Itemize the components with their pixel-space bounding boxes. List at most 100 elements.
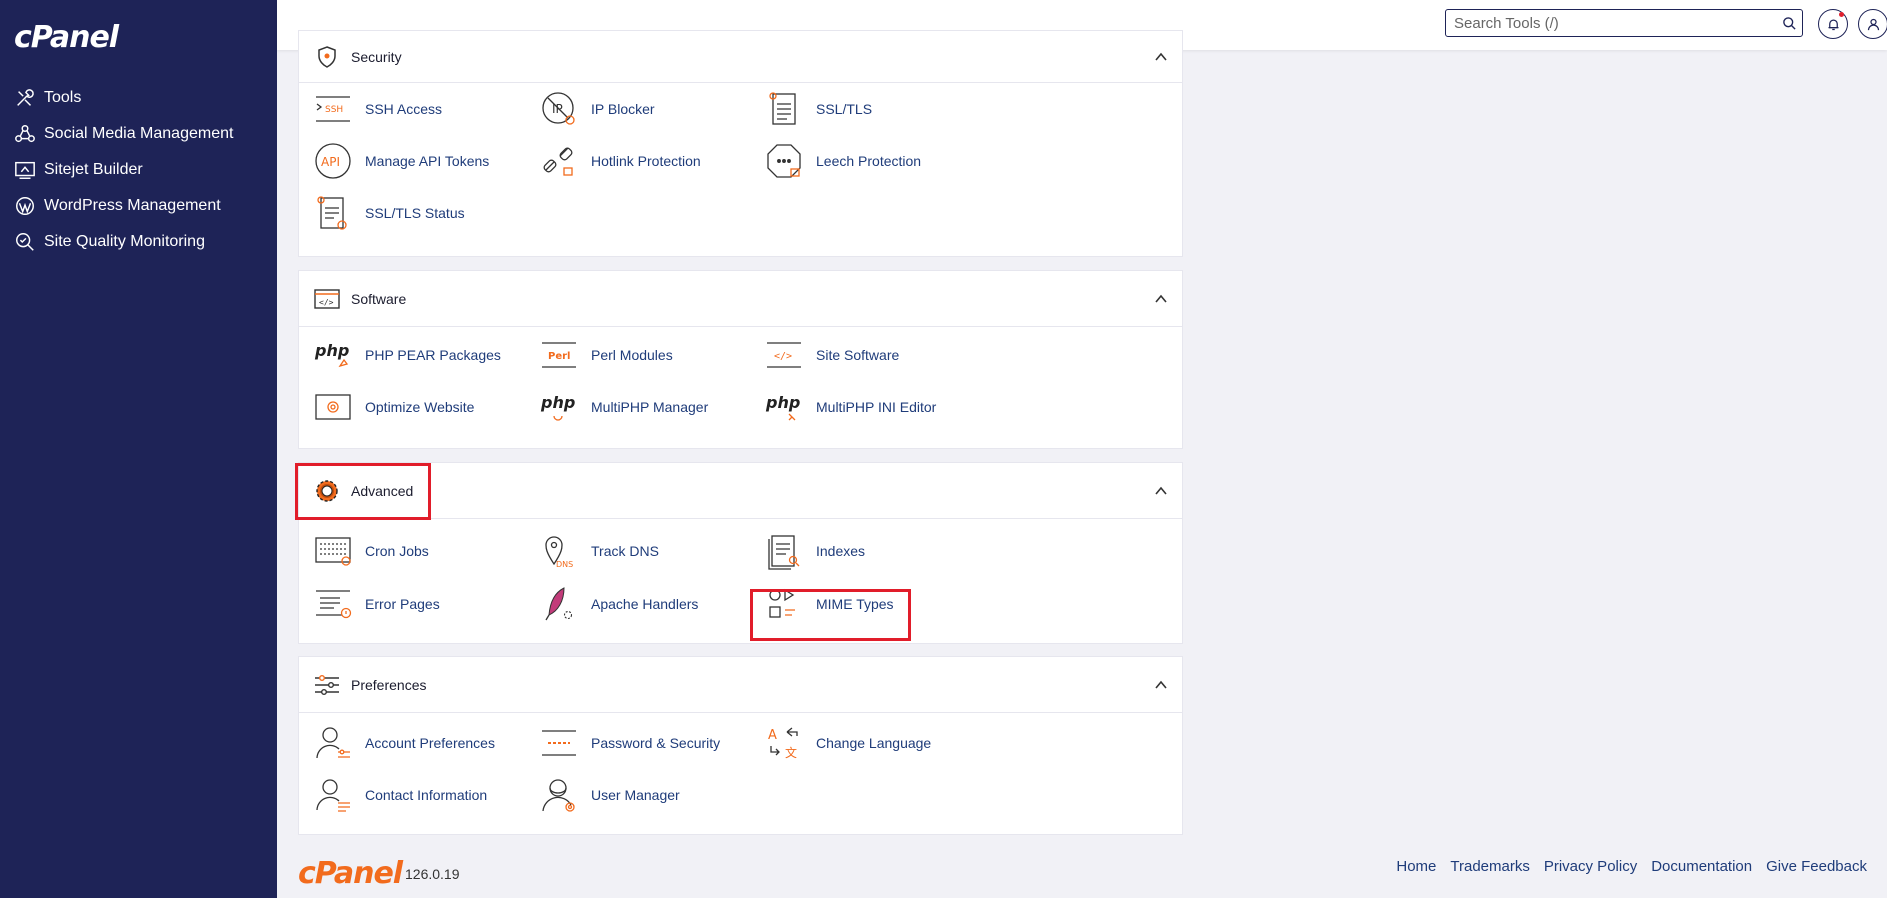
password-icon [539,723,579,763]
user-settings-icon [313,723,353,763]
chevron-up-icon[interactable] [1154,50,1168,64]
sidebar-item-site-quality[interactable]: Site Quality Monitoring [0,224,277,260]
sidebar-item-label: Sitejet Builder [44,161,143,178]
search-icon[interactable] [1776,16,1802,31]
tool-track-dns[interactable]: DNS Track DNS [539,531,659,571]
svg-text:php: php [765,393,800,412]
chevron-up-icon[interactable] [1154,678,1168,692]
sidebar-nav: Tools Social Media Management Sitejet Bu… [0,80,277,260]
tool-ssl-tls-status[interactable]: SSL/TLS Status [313,193,465,233]
version-label: 126.0.19 [405,866,460,882]
feather-icon [539,584,579,624]
indexes-icon [764,531,804,571]
ssl-tls-icon [764,89,804,129]
site-software-icon: </> [764,335,804,375]
svg-text:Perl: Perl [548,351,570,362]
section-header-preferences[interactable]: Preferences [299,657,1182,713]
tool-site-software[interactable]: </> Site Software [764,335,899,375]
footer-link-trademarks[interactable]: Trademarks [1450,858,1529,875]
tool-cron-jobs[interactable]: Cron Jobs [313,531,429,571]
error-pages-icon [313,584,353,624]
sidebar-item-label: WordPress Management [44,197,221,214]
svg-text:DNS: DNS [556,560,573,569]
section-advanced: Advanced Cron Jobs DNS Track DNS Indexes… [298,462,1183,644]
footer-link-home[interactable]: Home [1396,858,1436,875]
tool-ssh-access[interactable]: SSH SSH Access [313,89,442,129]
calendar-icon [313,531,353,571]
sidebar-item-label: Social Media Management [44,125,234,142]
sidebar-item-wordpress[interactable]: WordPress Management [0,188,277,224]
tool-account-preferences[interactable]: Account Preferences [313,723,495,763]
api-icon: API [313,141,353,181]
mime-types-icon [764,584,804,624]
contact-icon [313,775,353,815]
tool-ip-blocker[interactable]: IP IP Blocker [539,89,655,129]
hotlink-icon [539,141,579,181]
multiphp-manager-icon: php [539,387,579,427]
sidebar-item-label: Tools [44,89,82,106]
tool-manage-api-tokens[interactable]: API Manage API Tokens [313,141,489,181]
svg-text:API: API [321,155,340,169]
security-section-icon [313,43,341,71]
tool-ssl-tls[interactable]: SSL/TLS [764,89,872,129]
gear-icon [313,477,341,505]
cpanel-logo[interactable]: cPanel [14,20,119,55]
tool-leech-protection[interactable]: Leech Protection [764,141,921,181]
sidebar: cPanel Tools Social Media Management Sit… [0,0,277,898]
tool-php-pear-packages[interactable]: php PHP PEAR Packages [313,335,501,375]
section-title: Software [351,290,407,307]
tool-mime-types[interactable]: MIME Types [764,584,894,624]
notification-dot [1839,12,1844,17]
tool-multiphp-ini-editor[interactable]: php MultiPHP INI Editor [764,387,936,427]
section-title: Security [351,48,402,65]
sidebar-item-tools[interactable]: Tools [0,80,277,116]
section-header-security[interactable]: Security [299,31,1182,83]
php-pear-icon: php [313,335,353,375]
sidebar-item-sitejet[interactable]: Sitejet Builder [0,152,277,188]
social-media-icon [15,125,35,143]
section-header-advanced[interactable]: Advanced [299,463,1182,519]
section-security: Security SSH SSH Access IP IP Blocker SS… [298,30,1183,257]
language-icon: A文 [764,723,804,763]
footer-cpanel-logo: cPanel [298,856,403,891]
svg-text:SSH: SSH [325,105,343,115]
tool-user-manager[interactable]: User Manager [539,775,680,815]
chevron-up-icon[interactable] [1154,484,1168,498]
tool-apache-handlers[interactable]: Apache Handlers [539,584,698,624]
section-preferences: Preferences Account Preferences Password… [298,656,1183,835]
tool-change-language[interactable]: A文 Change Language [764,723,931,763]
user-button[interactable] [1858,9,1887,39]
notifications-button[interactable] [1818,9,1848,39]
tool-hotlink-protection[interactable]: Hotlink Protection [539,141,701,181]
sitejet-icon [15,161,35,179]
tool-optimize-website[interactable]: Optimize Website [313,387,474,427]
section-header-software[interactable]: </> Software [299,271,1182,327]
tool-password-security[interactable]: Password & Security [539,723,720,763]
tool-error-pages[interactable]: Error Pages [313,584,440,624]
tool-multiphp-manager[interactable]: php MultiPHP Manager [539,387,708,427]
tool-contact-information[interactable]: Contact Information [313,775,487,815]
sidebar-item-label: Site Quality Monitoring [44,233,205,250]
svg-text:</>: </> [319,298,334,307]
user-icon [1867,18,1879,30]
section-software: </> Software php PHP PEAR Packages Perl … [298,270,1183,449]
section-title: Preferences [351,676,427,693]
svg-text:IP: IP [552,102,563,116]
svg-text:php: php [540,393,575,412]
tool-perl-modules[interactable]: Perl Perl Modules [539,335,673,375]
code-window-icon: </> [313,285,341,313]
leech-icon [764,141,804,181]
search-input[interactable] [1446,10,1776,36]
ssl-status-icon [313,193,353,233]
footer-link-give-feedback[interactable]: Give Feedback [1766,858,1867,875]
user-manager-icon [539,775,579,815]
footer-link-privacy-policy[interactable]: Privacy Policy [1544,858,1637,875]
sidebar-item-social-media[interactable]: Social Media Management [0,116,277,152]
multiphp-ini-icon: php [764,387,804,427]
chevron-up-icon[interactable] [1154,292,1168,306]
tools-icon [17,89,34,106]
search-box [1445,9,1803,37]
footer-link-documentation[interactable]: Documentation [1651,858,1752,875]
svg-text:文: 文 [785,745,797,760]
tool-indexes[interactable]: Indexes [764,531,865,571]
